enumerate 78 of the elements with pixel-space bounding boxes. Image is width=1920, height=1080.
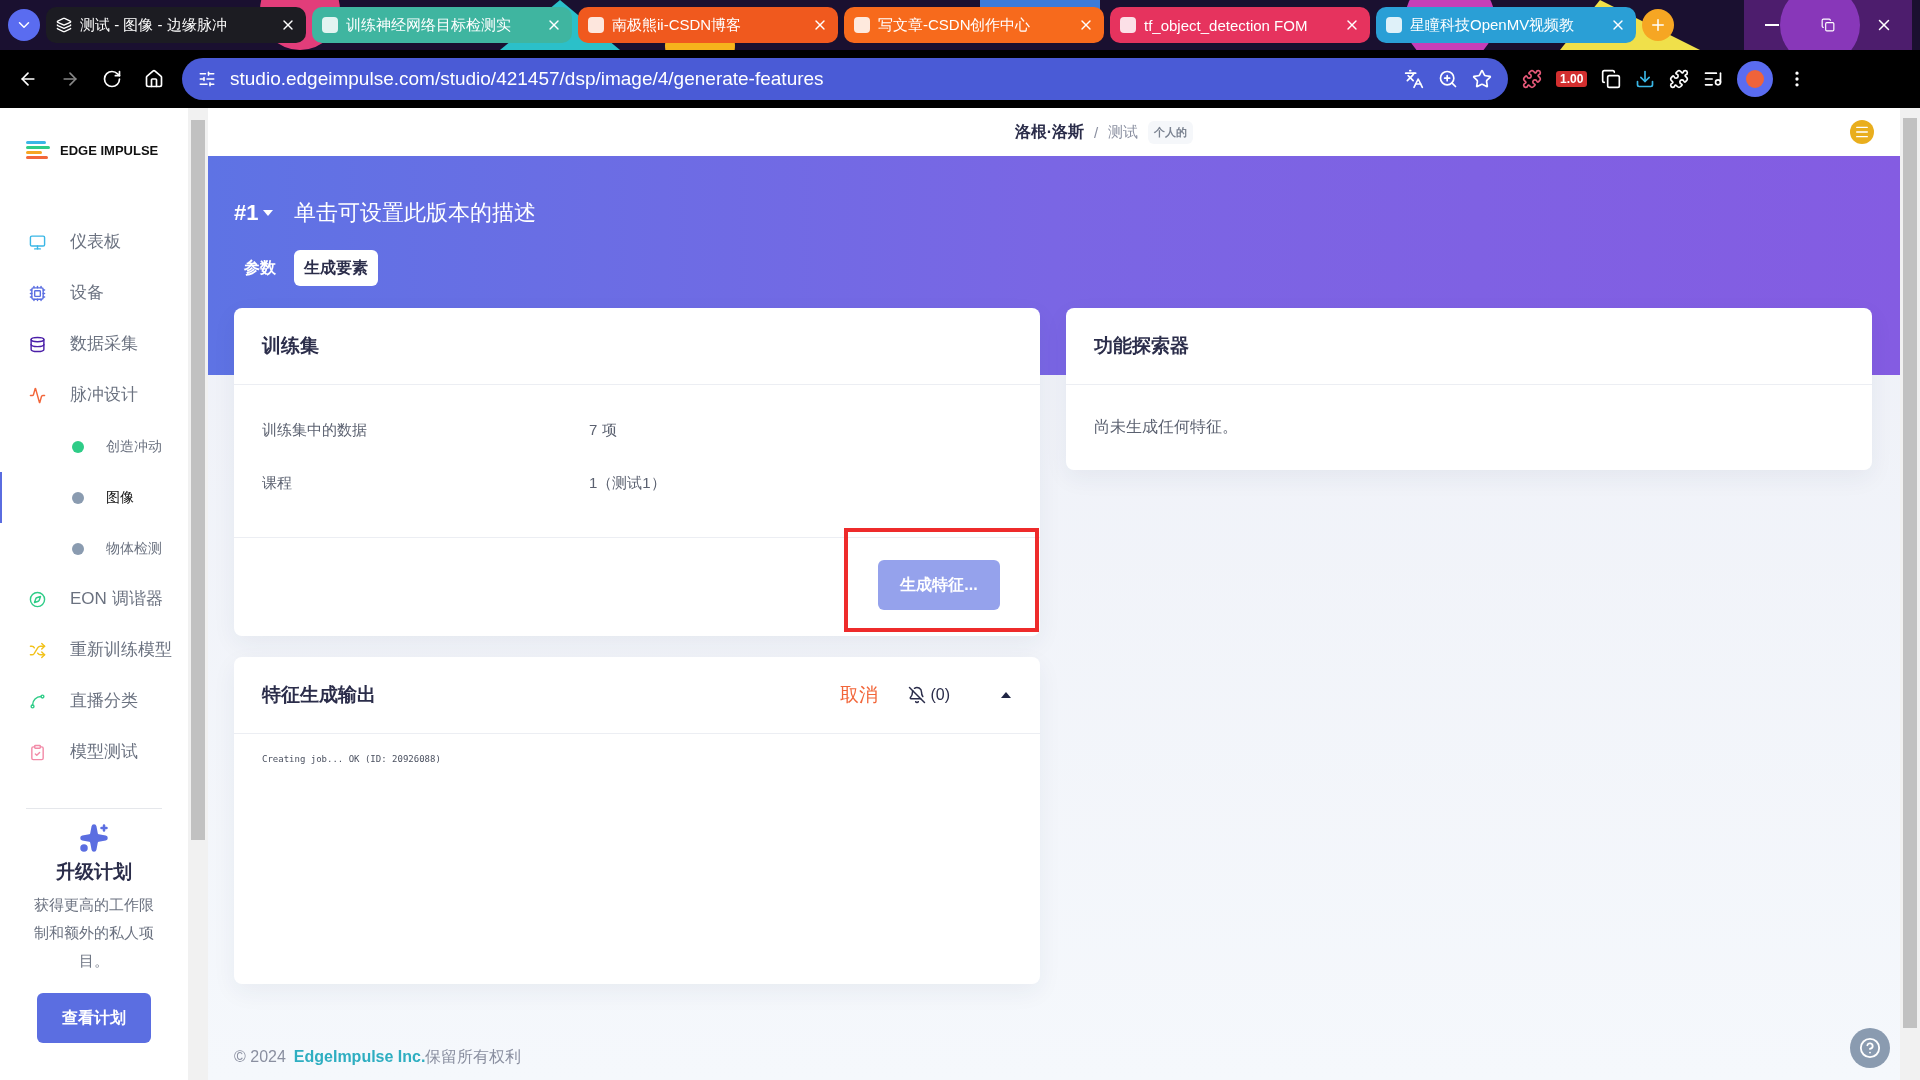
card-title: 特征生成输出: [262, 683, 377, 707]
cancel-button[interactable]: 取消: [840, 682, 879, 708]
help-icon: [1859, 1037, 1881, 1059]
restore-button[interactable]: [1800, 0, 1856, 50]
media-icon[interactable]: [1703, 69, 1724, 89]
shuffle-icon: [29, 642, 46, 659]
bookmark-star-icon[interactable]: [1472, 69, 1492, 89]
sparkle-icon: [79, 823, 109, 853]
extension-icon[interactable]: [1522, 69, 1542, 89]
sidebar-item[interactable]: 模型测试: [0, 727, 188, 778]
logo-text: EDGE IMPULSE: [60, 142, 159, 158]
pulse-icon: [29, 387, 46, 404]
address-bar[interactable]: studio.edgeimpulse.com/studio/421457/dsp/image/4/generate-features: [182, 58, 1508, 100]
sidebar-item[interactable]: 物体检测: [0, 523, 188, 574]
logo-icon: [26, 141, 50, 159]
sidebar-item[interactable]: 创造冲动: [0, 421, 188, 472]
sidebar-item[interactable]: 设备: [0, 268, 188, 319]
compass-icon: [29, 591, 46, 608]
site-info-icon[interactable]: [198, 70, 216, 88]
browser-tab[interactable]: 南极熊ii-CSDN博客: [578, 7, 838, 43]
scrollbar[interactable]: [188, 108, 208, 1080]
log-output: Creating job... OK (ID: 20926088): [261, 753, 442, 766]
page-tab[interactable]: 生成要素: [294, 250, 378, 286]
row-value: 1（测试1）: [589, 474, 667, 493]
breadcrumb-project[interactable]: 测试: [1108, 122, 1139, 142]
upgrade-text: 获得更高的工作限制和额外的私人项目。: [33, 895, 155, 971]
site-icon: [1120, 17, 1136, 33]
bell-off-icon: [908, 686, 927, 704]
reload-icon: [102, 69, 122, 89]
view-plans-button[interactable]: 查看计划: [37, 993, 151, 1043]
extensions-icon[interactable]: [1669, 69, 1690, 89]
version-description[interactable]: 单击可设置此版本的描述: [294, 198, 537, 228]
menu-icon: [1854, 124, 1870, 140]
profile-avatar[interactable]: [1737, 61, 1774, 97]
sidebar-item[interactable]: 脉冲设计: [0, 370, 188, 421]
collapse-icon[interactable]: [1000, 691, 1012, 699]
sidebar-item[interactable]: EON 调谐器: [0, 574, 188, 625]
sidebar-item[interactable]: 直播分类: [0, 676, 188, 727]
row-value: 7 项: [589, 421, 618, 440]
monitor-icon: [29, 234, 46, 251]
sidebar-item[interactable]: 重新训练模型: [0, 625, 188, 676]
curve-icon: [29, 693, 46, 710]
sidebar-item[interactable]: 数据采集: [0, 319, 188, 370]
translate-icon[interactable]: [1404, 69, 1424, 89]
breadcrumb-owner[interactable]: 洛根·洛斯: [1014, 121, 1085, 143]
empty-message: 尚未生成任何特征。: [1093, 417, 1239, 437]
download-icon[interactable]: [1635, 69, 1656, 89]
clipboard-icon: [29, 744, 46, 761]
home-icon: [144, 69, 164, 89]
site-icon: [56, 17, 72, 33]
plus-icon: [1649, 16, 1667, 34]
upgrade-title: 升级计划: [56, 860, 132, 884]
project-badge: 个人的: [1148, 120, 1194, 144]
page-tab[interactable]: 参数: [234, 250, 286, 286]
extension-icon[interactable]: [1601, 69, 1622, 89]
row-label: 课程: [262, 474, 293, 493]
browser-tab[interactable]: tf_object_detection FOM: [1110, 7, 1370, 43]
extension-badge[interactable]: 1.00: [1556, 71, 1588, 87]
browser-tab[interactable]: 星瞳科技OpenMV视频教: [1376, 7, 1636, 43]
browser-tab[interactable]: 测试 - 图像 - 边缘脉冲: [46, 7, 306, 43]
sidebar-item[interactable]: 仪表板: [0, 217, 188, 268]
breadcrumb-separator: /: [1094, 123, 1099, 141]
zoom-icon[interactable]: [1438, 69, 1458, 89]
minimize-icon: [1765, 24, 1779, 26]
site-icon: [1386, 17, 1402, 33]
site-icon: [322, 17, 338, 33]
restore-icon: [1821, 18, 1835, 32]
browser-tab[interactable]: 写文章-CSDN创作中心: [844, 7, 1104, 43]
notifications-toggle[interactable]: (0): [908, 686, 950, 704]
version-dropdown[interactable]: #1: [234, 200, 275, 226]
caret-icon: [262, 209, 275, 217]
site-icon: [588, 17, 604, 33]
card-title: 功能探索器: [1094, 334, 1190, 358]
card-title: 训练集: [262, 334, 320, 358]
row-label: 训练集中的数据: [262, 421, 368, 440]
database-icon: [29, 336, 46, 353]
chip-icon: [29, 285, 46, 302]
site-icon: [854, 17, 870, 33]
